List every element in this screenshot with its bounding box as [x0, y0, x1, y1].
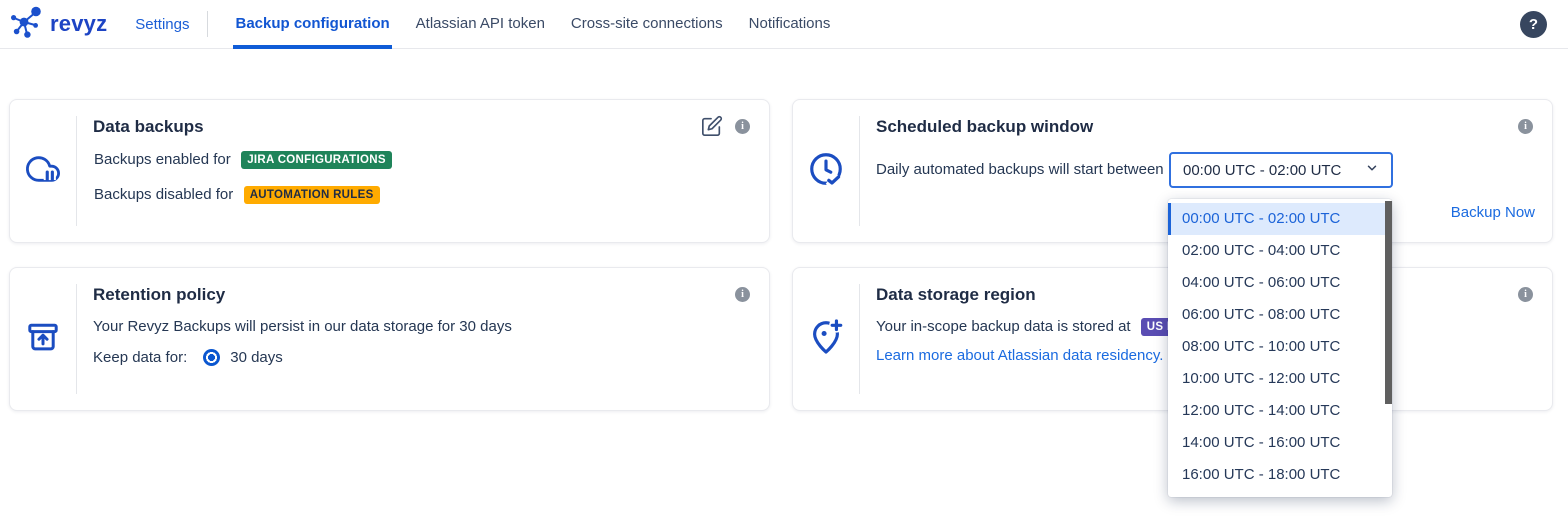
dropdown-option[interactable]: 12:00 UTC - 14:00 UTC	[1168, 395, 1392, 427]
dropdown-option[interactable]: 02:00 UTC - 04:00 UTC	[1168, 235, 1392, 267]
card-icon-column	[793, 100, 859, 242]
keep-data-value: 30 days	[230, 349, 283, 366]
keep-data-radio-selected[interactable]	[203, 349, 220, 366]
info-icon[interactable]: i	[1518, 119, 1533, 134]
keep-data-label: Keep data for:	[93, 349, 187, 366]
clock-check-icon	[807, 150, 845, 193]
dropdown-option[interactable]: 14:00 UTC - 16:00 UTC	[1168, 427, 1392, 459]
card-title: Data backups	[93, 117, 204, 137]
card-retention-policy: Retention policy i Your Revyz Backups wi…	[9, 267, 770, 411]
backup-window-dropdown: 00:00 UTC - 02:00 UTC 02:00 UTC - 04:00 …	[1168, 199, 1392, 497]
archive-up-icon	[25, 319, 61, 360]
tab-notifications[interactable]: Notifications	[740, 0, 840, 49]
backup-window-select[interactable]: 00:00 UTC - 02:00 UTC	[1169, 152, 1393, 188]
tab-backup-configuration[interactable]: Backup configuration	[226, 0, 398, 49]
dropdown-option[interactable]: 10:00 UTC - 12:00 UTC	[1168, 363, 1392, 395]
jira-configurations-badge: JIRA CONFIGURATIONS	[241, 151, 392, 169]
automation-rules-badge: AUTOMATION RULES	[244, 186, 380, 204]
dropdown-option-selected[interactable]: 00:00 UTC - 02:00 UTC	[1168, 203, 1392, 235]
info-icon[interactable]: i	[735, 119, 750, 134]
card-title: Scheduled backup window	[876, 117, 1093, 137]
dropdown-scrollbar-thumb[interactable]	[1385, 201, 1392, 404]
chevron-down-icon	[1365, 161, 1379, 179]
card-icon-column	[793, 268, 859, 410]
backup-now-link[interactable]: Backup Now	[1451, 204, 1535, 221]
pencil-edit-icon	[701, 115, 723, 137]
tab-cross-site-connections[interactable]: Cross-site connections	[562, 0, 732, 49]
location-pin-plus-icon	[807, 318, 845, 361]
card-title: Data storage region	[876, 285, 1036, 305]
info-icon[interactable]: i	[1518, 287, 1533, 302]
backup-window-description: Daily automated backups will start betwe…	[876, 161, 1164, 178]
card-title: Retention policy	[93, 285, 225, 305]
edit-button[interactable]	[701, 115, 723, 142]
card-icon-column	[10, 268, 76, 410]
card-icon-column	[10, 100, 76, 242]
info-icon[interactable]: i	[735, 287, 750, 302]
storage-region-description: Your in-scope backup data is stored at	[876, 318, 1131, 335]
nav-settings-link[interactable]: Settings	[135, 16, 189, 33]
dropdown-option[interactable]: 06:00 UTC - 08:00 UTC	[1168, 299, 1392, 331]
card-divider	[859, 116, 860, 226]
brand-logo[interactable]: revyz	[0, 4, 107, 45]
card-divider	[859, 284, 860, 394]
card-divider	[76, 116, 77, 226]
data-residency-link[interactable]: Learn more about Atlassian data residenc…	[876, 347, 1163, 364]
cloud-pause-icon	[24, 152, 62, 191]
top-navigation: revyz Settings Backup configuration Atla…	[0, 0, 1568, 49]
question-mark-icon: ?	[1529, 16, 1538, 33]
molecule-logo-icon	[10, 4, 44, 45]
brand-name: revyz	[50, 11, 107, 37]
nav-divider	[207, 11, 208, 37]
dropdown-option[interactable]: 08:00 UTC - 10:00 UTC	[1168, 331, 1392, 363]
retention-description: Your Revyz Backups will persist in our d…	[93, 318, 512, 335]
selected-window-value: 00:00 UTC - 02:00 UTC	[1183, 162, 1365, 179]
backups-disabled-text: Backups disabled for	[94, 186, 233, 203]
tab-atlassian-api-token[interactable]: Atlassian API token	[407, 0, 554, 49]
help-button[interactable]: ?	[1520, 11, 1547, 38]
card-divider	[76, 284, 77, 394]
dropdown-option[interactable]: 04:00 UTC - 06:00 UTC	[1168, 267, 1392, 299]
dropdown-option[interactable]: 16:00 UTC - 18:00 UTC	[1168, 459, 1392, 491]
backups-enabled-text: Backups enabled for	[94, 151, 231, 168]
card-data-backups: Data backups i Backups enabled for JIRA …	[9, 99, 770, 243]
